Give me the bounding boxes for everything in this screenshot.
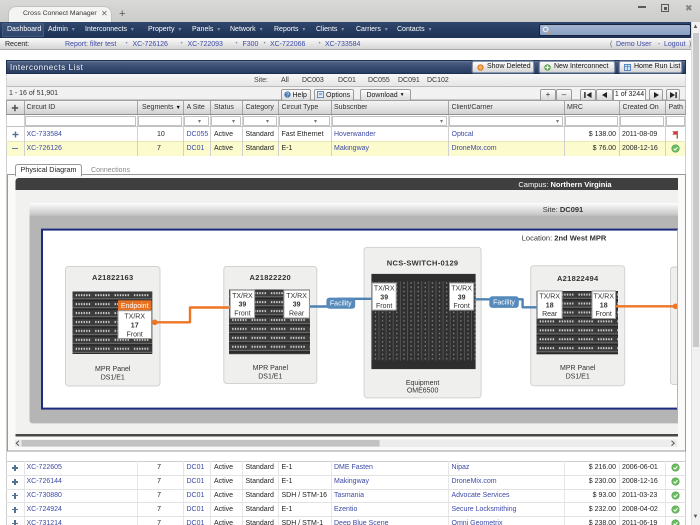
svg-text:18: 18 xyxy=(546,303,554,310)
svg-text:DS1/E1: DS1/E1 xyxy=(101,375,125,382)
svg-text:TX/RX: TX/RX xyxy=(451,286,472,293)
svg-text:39: 39 xyxy=(239,302,247,309)
svg-text:18: 18 xyxy=(600,303,608,310)
svg-text:Front: Front xyxy=(453,303,469,310)
svg-text:17: 17 xyxy=(131,323,139,330)
svg-text:TX/RX: TX/RX xyxy=(124,314,145,321)
svg-text:A21822220: A21822220 xyxy=(250,273,292,282)
svg-text:TX/RX: TX/RX xyxy=(286,293,307,300)
svg-text:Endpoint: Endpoint xyxy=(121,303,149,310)
svg-text:Site: DC091: Site: DC091 xyxy=(543,205,583,214)
svg-text:Rear: Rear xyxy=(542,311,558,318)
svg-text:Campus: Northern Virginia: Campus: Northern Virginia xyxy=(518,180,612,189)
svg-text:Location: 2nd West MPR: Location: 2nd West MPR xyxy=(522,233,607,242)
svg-text:A21822494: A21822494 xyxy=(557,274,599,283)
svg-text:Equipment: Equipment xyxy=(406,380,440,387)
svg-text:Front: Front xyxy=(127,331,143,338)
svg-text:MPR Panel: MPR Panel xyxy=(95,366,131,373)
svg-text:Connections: Connections xyxy=(91,167,130,174)
svg-text:Physical Diagram: Physical Diagram xyxy=(21,165,77,174)
svg-text:NCS-SWITCH-0129: NCS-SWITCH-0129 xyxy=(387,258,459,267)
svg-text:DS1/E1: DS1/E1 xyxy=(258,374,282,381)
svg-text:Facility: Facility xyxy=(493,299,515,306)
svg-text:Front: Front xyxy=(596,311,612,318)
svg-text:MPR Panel: MPR Panel xyxy=(560,365,596,372)
svg-text:TX/RX: TX/RX xyxy=(232,293,253,300)
svg-text:39: 39 xyxy=(380,294,388,301)
svg-text:A21822163: A21822163 xyxy=(92,273,134,282)
svg-text:Rear: Rear xyxy=(289,310,305,317)
svg-text:TX/RX: TX/RX xyxy=(539,294,560,301)
svg-text:TX/RX: TX/RX xyxy=(374,286,395,293)
svg-text:Front: Front xyxy=(234,310,250,317)
svg-text:MPR Panel: MPR Panel xyxy=(253,365,289,372)
svg-text:OME6500: OME6500 xyxy=(407,387,439,394)
svg-text:TX/RX: TX/RX xyxy=(593,294,614,301)
svg-text:Front: Front xyxy=(376,303,392,310)
svg-text:39: 39 xyxy=(293,302,301,309)
svg-text:Facility: Facility xyxy=(330,301,352,308)
svg-text:DS1/E1: DS1/E1 xyxy=(566,374,590,381)
svg-text:39: 39 xyxy=(458,294,466,301)
